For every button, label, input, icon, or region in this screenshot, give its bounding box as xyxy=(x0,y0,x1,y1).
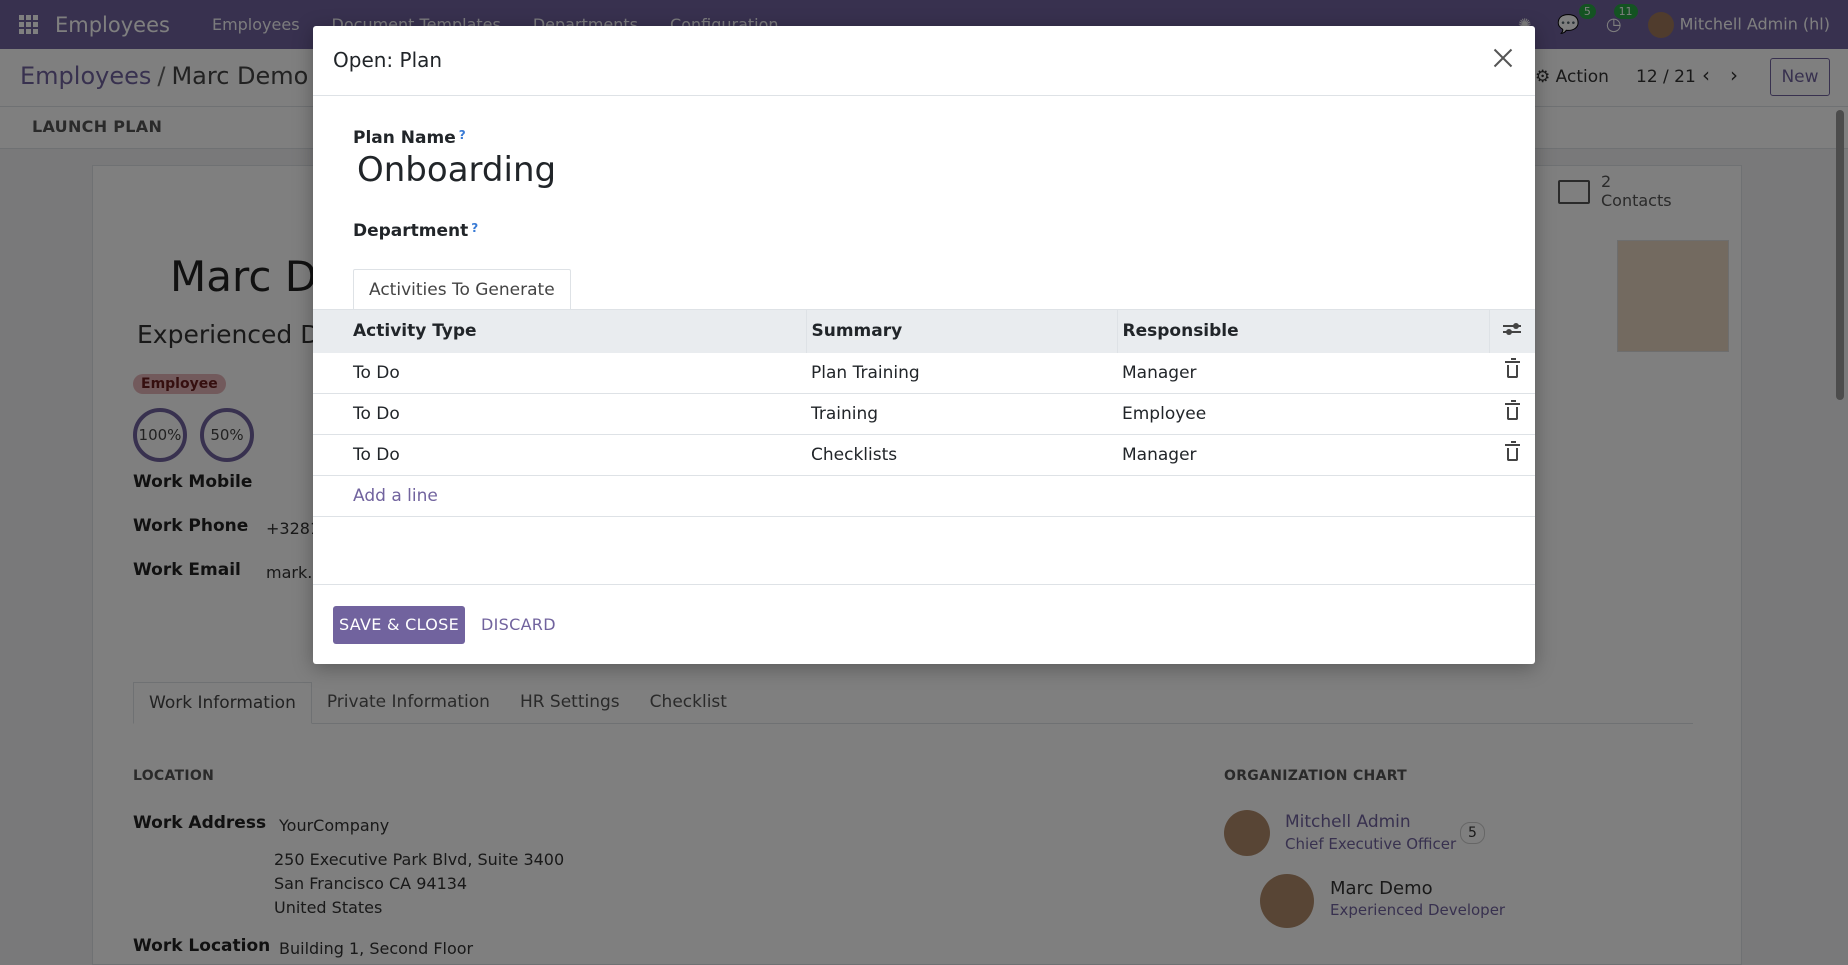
dialog-tabs: Activities To Generate xyxy=(353,269,571,311)
trash-icon xyxy=(1504,399,1520,420)
save-close-button[interactable]: SAVE & CLOSE xyxy=(333,606,465,644)
tab-activities-to-generate[interactable]: Activities To Generate xyxy=(353,269,571,311)
table-row[interactable]: To Do Plan Training Manager xyxy=(313,352,1535,394)
column-summary[interactable]: Summary xyxy=(806,309,1118,353)
row-summary[interactable]: Plan Training xyxy=(806,352,1117,394)
row-responsible[interactable]: Employee xyxy=(1117,393,1489,435)
table-row[interactable]: To Do Training Employee xyxy=(313,393,1535,435)
row-activity-type[interactable]: To Do xyxy=(313,352,806,394)
plan-name-input[interactable]: Onboarding xyxy=(357,150,556,190)
close-icon[interactable] xyxy=(1489,44,1517,72)
department-label: Department? xyxy=(353,221,478,241)
trash-icon xyxy=(1504,358,1520,379)
column-activity-type[interactable]: Activity Type xyxy=(313,309,807,353)
row-activity-type[interactable]: To Do xyxy=(313,393,806,435)
dialog-title: Open: Plan xyxy=(333,48,443,72)
delete-row-button[interactable] xyxy=(1489,434,1535,476)
row-responsible[interactable]: Manager xyxy=(1117,352,1489,394)
row-responsible[interactable]: Manager xyxy=(1117,434,1489,476)
table-row[interactable]: To Do Checklists Manager xyxy=(313,434,1535,476)
add-line-link[interactable]: Add a line xyxy=(313,475,806,517)
help-icon[interactable]: ? xyxy=(471,221,478,235)
row-summary[interactable]: Checklists xyxy=(806,434,1117,476)
row-summary[interactable]: Training xyxy=(806,393,1117,435)
plan-dialog: Open: Plan Plan Name? Onboarding Departm… xyxy=(313,26,1535,664)
department-label-text: Department xyxy=(353,221,469,241)
plan-name-label-text: Plan Name xyxy=(353,128,456,148)
plan-name-label: Plan Name? xyxy=(353,128,466,148)
table-header-row: Activity Type Summary Responsible xyxy=(313,309,1535,353)
department-input[interactable] xyxy=(513,225,1463,255)
add-line-row: Add a line xyxy=(313,475,1535,517)
dialog-header: Open: Plan xyxy=(313,26,1535,96)
help-icon[interactable]: ? xyxy=(459,128,466,142)
trash-icon xyxy=(1504,440,1520,461)
discard-button[interactable]: DISCARD xyxy=(481,606,556,644)
dialog-footer: SAVE & CLOSE DISCARD xyxy=(313,584,1535,664)
row-activity-type[interactable]: To Do xyxy=(313,434,806,476)
delete-row-button[interactable] xyxy=(1489,352,1535,394)
activities-table: Activity Type Summary Responsible To Do … xyxy=(313,309,1535,517)
settings-sliders-icon xyxy=(1503,322,1522,336)
delete-row-button[interactable] xyxy=(1489,393,1535,435)
column-responsible[interactable]: Responsible xyxy=(1117,309,1490,353)
optional-columns-toggle[interactable] xyxy=(1489,309,1535,353)
